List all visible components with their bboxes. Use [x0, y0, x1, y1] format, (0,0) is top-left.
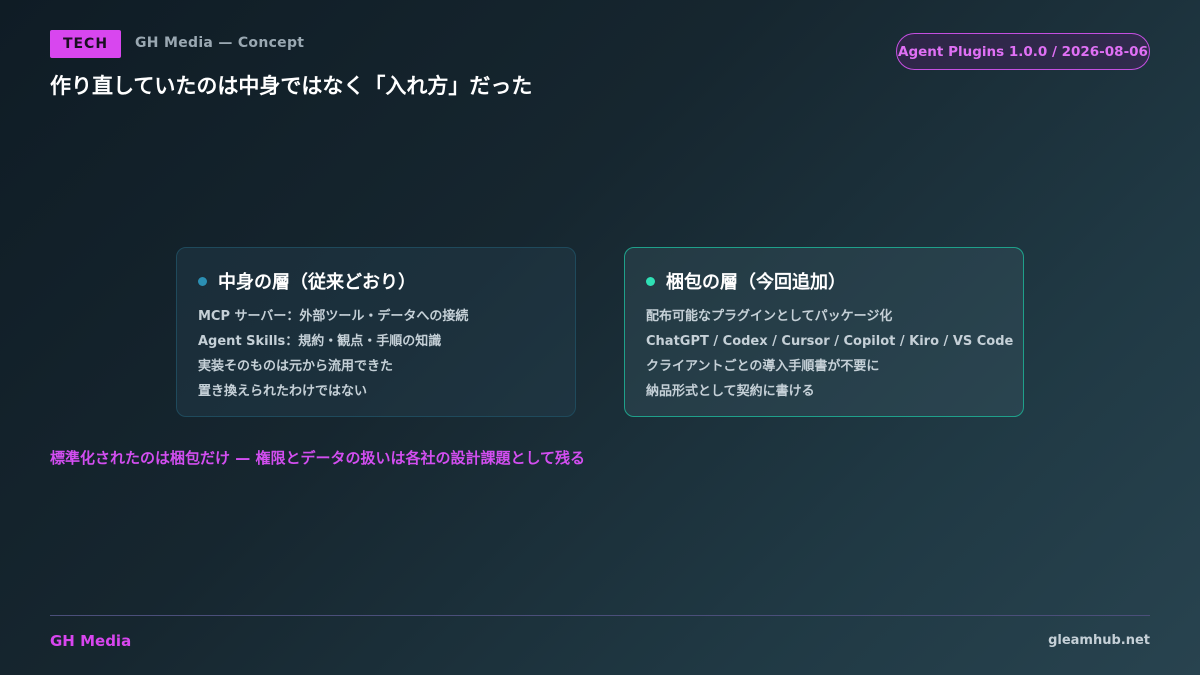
bullet-dot-icon: [646, 276, 655, 286]
card-line: 納品形式として契約に書ける: [646, 384, 815, 399]
footer-brand: GH Media: [50, 632, 132, 650]
page-title: 作り直していたのは中身ではなく「入れ方」だった: [50, 74, 533, 98]
footer-divider: [50, 615, 1150, 616]
bullet-dot-icon: [198, 276, 207, 286]
brand-concept-label: GH Media — Concept: [135, 35, 305, 51]
packaging-layer-title: 梱包の層（今回追加）: [666, 272, 846, 293]
version-badge: Agent Plugins 1.0.0 / 2026-08-06: [896, 33, 1150, 70]
content-layer-heading: 中身の層（従来どおり）: [198, 268, 554, 294]
card-line: 置き換えられたわけではない: [198, 384, 368, 399]
card-line: ChatGPT / Codex / Cursor / Copilot / Kir…: [646, 334, 1014, 349]
summary-text: 標準化されたのは梱包だけ — 権限とデータの扱いは各社の設計課題として残る: [50, 449, 585, 467]
card-line: 実装そのものは元から流用できた: [198, 359, 394, 374]
content-layer-title: 中身の層（従来どおり）: [218, 272, 416, 293]
footer-site-link[interactable]: gleamhub.net: [1048, 633, 1150, 648]
content-layer-card: 中身の層（従来どおり） MCP サーバー：外部ツール・データへの接続 Agent…: [176, 247, 576, 417]
card-line: Agent Skills：規約・観点・手順の知識: [198, 334, 442, 349]
card-line: クライアントごとの導入手順書が不要に: [646, 359, 880, 374]
packaging-layer-card: 梱包の層（今回追加） 配布可能なプラグインとしてパッケージ化 ChatGPT /…: [624, 247, 1024, 417]
card-line: 配布可能なプラグインとしてパッケージ化: [646, 309, 893, 324]
packaging-layer-heading: 梱包の層（今回追加）: [646, 268, 1002, 294]
card-line: MCP サーバー：外部ツール・データへの接続: [198, 309, 469, 324]
category-tag: TECH: [50, 30, 121, 58]
